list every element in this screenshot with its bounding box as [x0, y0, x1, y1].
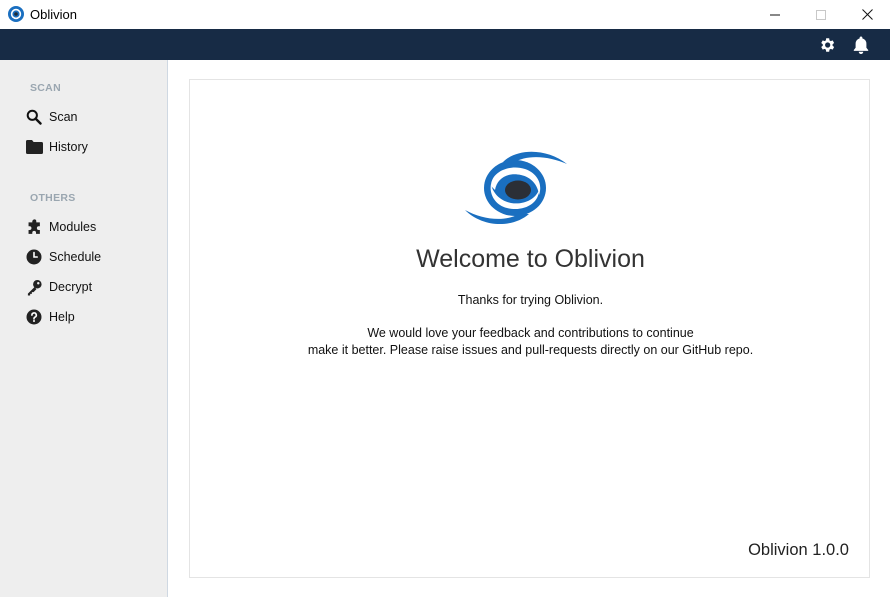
close-button[interactable]: [844, 0, 890, 29]
puzzle-icon: [25, 218, 43, 236]
window-title: Oblivion: [30, 7, 77, 22]
gear-icon[interactable]: [816, 34, 838, 56]
sidebar-item-scan[interactable]: Scan: [25, 107, 78, 127]
app-logo-icon: [7, 5, 25, 23]
maximize-button[interactable]: [798, 0, 844, 29]
oblivion-logo: [465, 150, 567, 226]
key-icon: [25, 278, 43, 296]
feedback-line: make it better. Please raise issues and …: [307, 343, 754, 357]
version-label: Oblivion 1.0.0: [748, 541, 849, 559]
close-icon: [861, 9, 873, 20]
sidebar-item-help[interactable]: Help: [25, 307, 75, 327]
sidebar-item-label: Modules: [49, 220, 97, 234]
sidebar-item-label: Scan: [49, 110, 78, 124]
top-toolbar: [0, 29, 890, 60]
sidebar: SCAN Scan History OTHERS Modules Schedul…: [0, 60, 168, 597]
sidebar-item-label: Help: [49, 310, 75, 324]
sidebar-item-label: History: [49, 140, 88, 154]
thanks-text: Thanks for trying Oblivion.: [457, 293, 604, 307]
welcome-heading: Welcome to Oblivion: [416, 245, 645, 273]
feedback-text: We would love your feedback and contribu…: [190, 325, 871, 359]
minimize-button[interactable]: [752, 0, 798, 29]
clock-icon: [25, 248, 43, 266]
help-icon: [25, 308, 43, 326]
sidebar-item-schedule[interactable]: Schedule: [25, 247, 101, 267]
title-bar: Oblivion: [0, 0, 890, 29]
welcome-card: Welcome to Oblivion Thanks for trying Ob…: [189, 79, 870, 578]
section-heading-others: OTHERS: [30, 192, 76, 204]
folder-icon: [25, 138, 43, 156]
sidebar-item-label: Schedule: [49, 250, 102, 264]
sidebar-item-modules[interactable]: Modules: [25, 217, 96, 237]
sidebar-item-label: Decrypt: [49, 280, 93, 294]
bell-icon[interactable]: [850, 34, 872, 56]
search-icon: [25, 108, 43, 126]
sidebar-item-decrypt[interactable]: Decrypt: [25, 277, 92, 297]
sidebar-item-history[interactable]: History: [25, 137, 88, 157]
section-heading-scan: SCAN: [30, 82, 61, 94]
minimize-icon: [770, 14, 780, 15]
maximize-icon: [816, 9, 826, 20]
feedback-line: We would love your feedback and contribu…: [367, 326, 694, 340]
